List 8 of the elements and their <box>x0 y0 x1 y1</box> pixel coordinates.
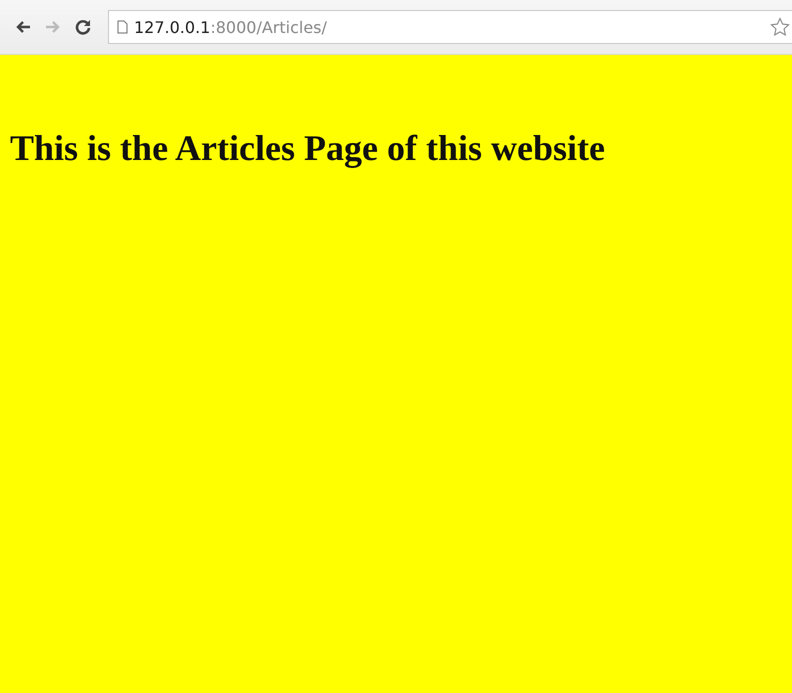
left-arrow-icon <box>15 20 31 34</box>
page-icon <box>117 20 128 34</box>
page-heading: This is the Articles Page of this website <box>10 127 606 169</box>
url-text: 127.0.0.1:8000/Articles/ <box>134 18 327 36</box>
reload-icon <box>75 19 91 35</box>
right-arrow-icon <box>45 20 61 34</box>
address-bar[interactable]: 127.0.0.1:8000/Articles/ <box>108 10 792 44</box>
star-icon[interactable] <box>770 17 790 37</box>
